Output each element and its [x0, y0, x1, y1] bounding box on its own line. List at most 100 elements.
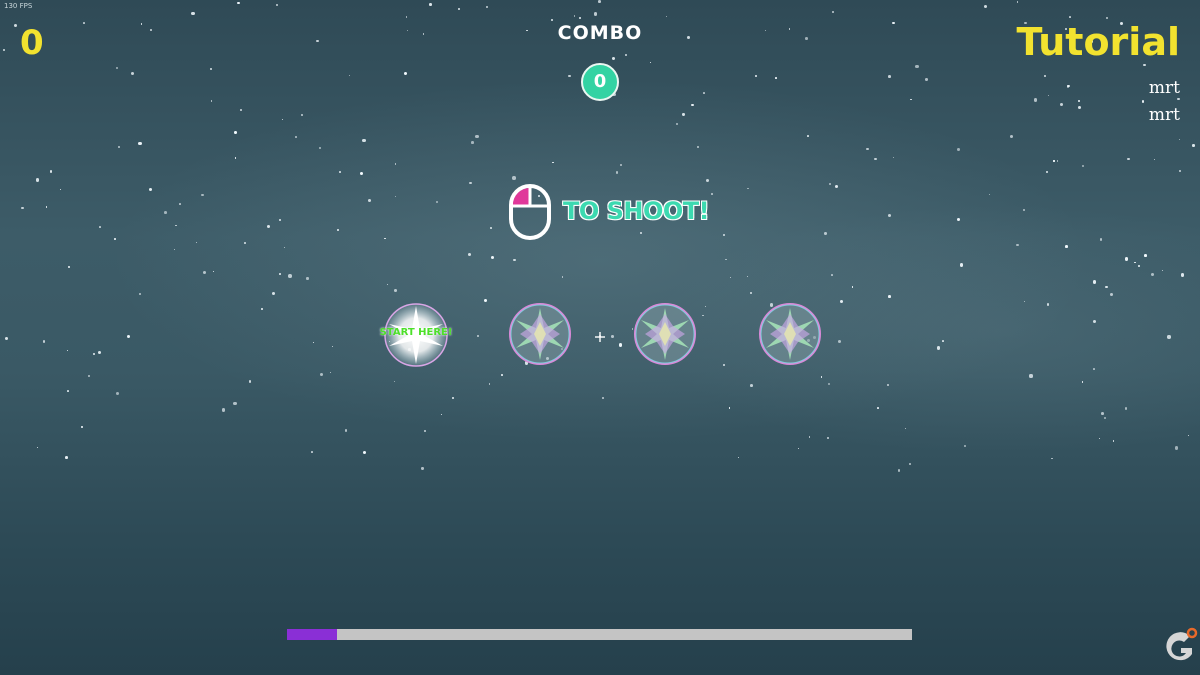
snow-particle: [676, 122, 679, 125]
level-progress-bar: [287, 629, 912, 640]
snow-particle: [240, 108, 243, 111]
snow-particle: [775, 77, 778, 79]
level-progress-fill: [287, 629, 337, 640]
snow-particle: [467, 252, 472, 257]
snow-particle: [271, 292, 276, 296]
snow-particle: [888, 214, 892, 218]
snow-particle: [359, 171, 364, 176]
snow-particle: [1178, 139, 1180, 141]
snow-particle: [483, 298, 488, 302]
snow-particle: [267, 225, 271, 229]
snow-particle: [956, 217, 960, 221]
snow-particle: [738, 456, 740, 458]
snow-particle: [45, 206, 48, 209]
snow-particle: [441, 413, 443, 416]
snow-particle: [344, 429, 348, 432]
snow-particle: [1192, 144, 1195, 147]
snow-particle: [620, 163, 623, 167]
snow-particle: [237, 1, 240, 4]
snow-particle: [233, 131, 237, 135]
snow-particle: [485, 5, 489, 9]
snow-particle: [148, 187, 152, 191]
snow-particle: [578, 16, 581, 19]
snow-particle: [1167, 335, 1171, 339]
snow-particle: [602, 397, 604, 400]
snow-particle: [696, 145, 700, 149]
snow-particle: [984, 5, 988, 9]
snow-particle: [1092, 280, 1097, 284]
snow-particle: [593, 12, 598, 16]
snow-particle: [150, 28, 153, 31]
snow-particle: [5, 336, 9, 341]
level-title: Tutorial: [1016, 20, 1180, 64]
snow-particle: [387, 283, 389, 285]
snow-particle: [348, 74, 351, 77]
snow-particle: [831, 10, 834, 13]
snow-particle: [179, 203, 181, 205]
snow-particle: [429, 3, 432, 6]
snow-particle: [98, 351, 102, 355]
snow-particle: [866, 147, 869, 151]
snow-particle: [209, 68, 213, 71]
snow-particle: [329, 371, 331, 373]
snow-particle: [362, 450, 367, 454]
snow-particle: [682, 113, 685, 116]
snow-particle: [331, 345, 333, 347]
snow-particle: [887, 383, 890, 386]
snow-particle: [552, 161, 554, 164]
snow-particle: [705, 178, 709, 182]
snow-particle: [1112, 439, 1115, 442]
snow-particle: [393, 288, 397, 292]
target-orb[interactable]: [758, 302, 822, 366]
snow-particle: [851, 286, 854, 289]
snow-particle: [281, 118, 283, 121]
snow-particle: [837, 340, 841, 344]
snow-particle: [750, 292, 753, 295]
snow-particle: [394, 163, 397, 165]
snow-particle: [687, 35, 691, 39]
snow-particle: [175, 224, 178, 227]
snow-particle: [625, 53, 628, 56]
snow-particle: [201, 193, 205, 197]
snow-particle: [421, 467, 424, 470]
snow-particle: [892, 157, 894, 159]
snow-particle: [765, 30, 767, 32]
snow-particle: [1033, 98, 1038, 102]
snow-particle: [1153, 158, 1156, 161]
snow-particle: [936, 346, 941, 350]
snow-particle: [1141, 100, 1145, 104]
snow-particle: [1101, 411, 1104, 415]
snow-particle: [140, 23, 143, 25]
snow-particle: [436, 201, 439, 204]
snow-particle: [367, 199, 371, 203]
target-orb[interactable]: [633, 302, 697, 366]
snow-particle: [828, 182, 832, 185]
snow-particle: [839, 299, 843, 303]
snow-particle: [163, 210, 167, 214]
snow-particle: [887, 74, 891, 78]
crosshair-icon: [595, 332, 605, 342]
snow-particle: [964, 445, 967, 448]
snow-particle: [1138, 265, 1140, 267]
snow-particle: [722, 363, 725, 367]
snow-particle: [138, 292, 141, 296]
snow-particle: [797, 447, 799, 449]
snow-particle: [362, 138, 366, 142]
snow-particle: [1099, 237, 1103, 241]
snow-particle: [1078, 105, 1082, 109]
snow-particle: [550, 18, 553, 21]
snow-particle: [13, 24, 17, 28]
snow-particle: [88, 375, 91, 378]
snow-particle: [1047, 303, 1050, 306]
snow-particle: [747, 187, 749, 190]
snow-particle: [989, 193, 991, 195]
snow-particle: [904, 427, 907, 429]
snow-particle: [422, 33, 425, 35]
snow-particle: [424, 430, 427, 433]
snow-particle: [710, 192, 713, 195]
snow-particle: [1065, 245, 1068, 248]
snow-particle: [805, 36, 808, 40]
target-orb[interactable]: [508, 302, 572, 366]
snow-particle: [203, 270, 207, 274]
snow-particle: [1144, 254, 1147, 257]
